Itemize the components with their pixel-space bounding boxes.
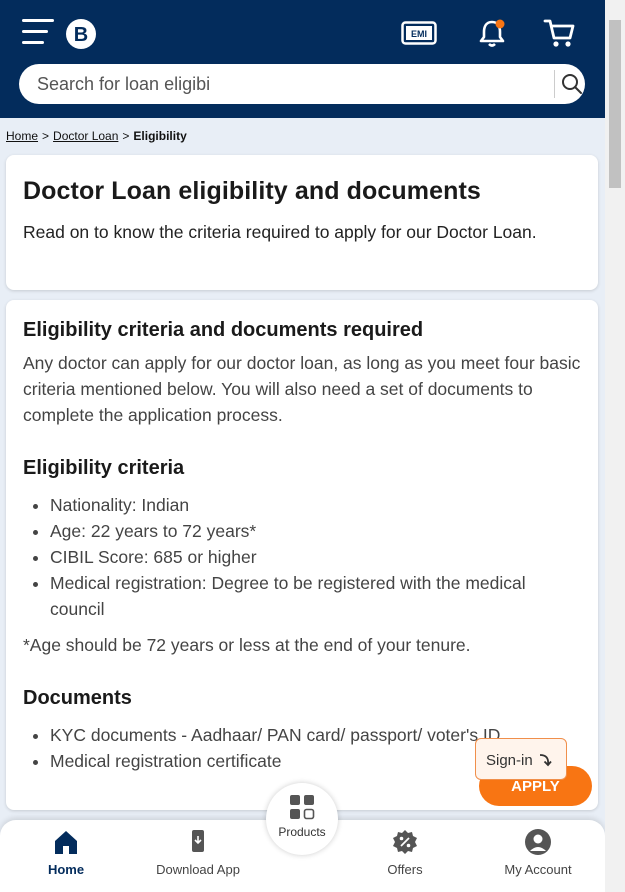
home-icon [55,831,77,854]
menu-icon[interactable] [22,19,54,45]
brand-logo[interactable]: B [66,19,96,49]
nav-download-app[interactable]: Download App [143,828,253,877]
list-item: Nationality: Indian [50,492,581,518]
page-scrollbar[interactable] [605,0,625,892]
search-bar [19,64,585,104]
mobile-download-icon [192,830,204,852]
search-divider [554,70,555,98]
svg-text:EMI: EMI [411,29,427,39]
nav-download-label: Download App [156,862,240,877]
search-input[interactable] [37,64,537,104]
page-title: Doctor Loan eligibility and documents [23,177,481,205]
age-footnote: *Age should be 72 years or less at the e… [23,635,471,655]
nav-products-label: Products [278,825,326,839]
products-grid-icon [290,795,315,820]
emi-calculator-icon[interactable]: EMI [401,21,437,45]
search-icon[interactable] [559,72,585,96]
nav-offers[interactable]: Offers [350,828,460,877]
documents-heading: Documents [23,687,132,709]
nav-offers-label: Offers [387,862,423,877]
curved-arrow-icon [539,754,552,767]
intro-card: Doctor Loan eligibility and documents Re… [6,155,598,290]
nav-home-label: Home [47,862,85,877]
intro-text: Read on to know the criteria required to… [23,222,537,242]
breadcrumb-doctor-loan[interactable]: Doctor Loan [53,129,118,143]
list-item: Age: 22 years to 72 years* [50,518,581,544]
cart-icon[interactable] [543,17,577,49]
account-icon [525,829,551,855]
nav-account-label: My Account [504,862,572,877]
scrollbar-thumb[interactable] [609,20,621,188]
breadcrumb-separator: > [42,129,50,143]
signin-button[interactable]: Sign-in [475,738,567,780]
breadcrumb-home[interactable]: Home [6,129,38,143]
section-heading: Eligibility criteria and documents requi… [23,319,424,341]
list-item: CIBIL Score: 685 or higher [50,544,581,570]
nav-products[interactable]: Products [266,783,338,855]
criteria-list: Nationality: Indian Age: 22 years to 72 … [23,492,581,622]
nav-my-account[interactable]: My Account [483,828,593,877]
breadcrumb: Home > Doctor Loan > Eligibility [6,129,187,143]
eligibility-card: Eligibility criteria and documents requi… [6,300,598,810]
signin-label: Sign-in [486,752,533,769]
top-header: B EMI [0,0,605,118]
nav-home[interactable]: Home [11,828,121,877]
notification-bell-icon[interactable] [476,17,508,49]
breadcrumb-separator: > [122,129,130,143]
svg-text:B: B [74,24,88,46]
criteria-heading: Eligibility criteria [23,457,185,479]
list-item: Medical registration: Degree to be regis… [50,570,581,622]
offers-icon [393,830,417,854]
section-text: Any doctor can apply for our doctor loan… [23,353,581,425]
breadcrumb-current: Eligibility [133,129,187,143]
